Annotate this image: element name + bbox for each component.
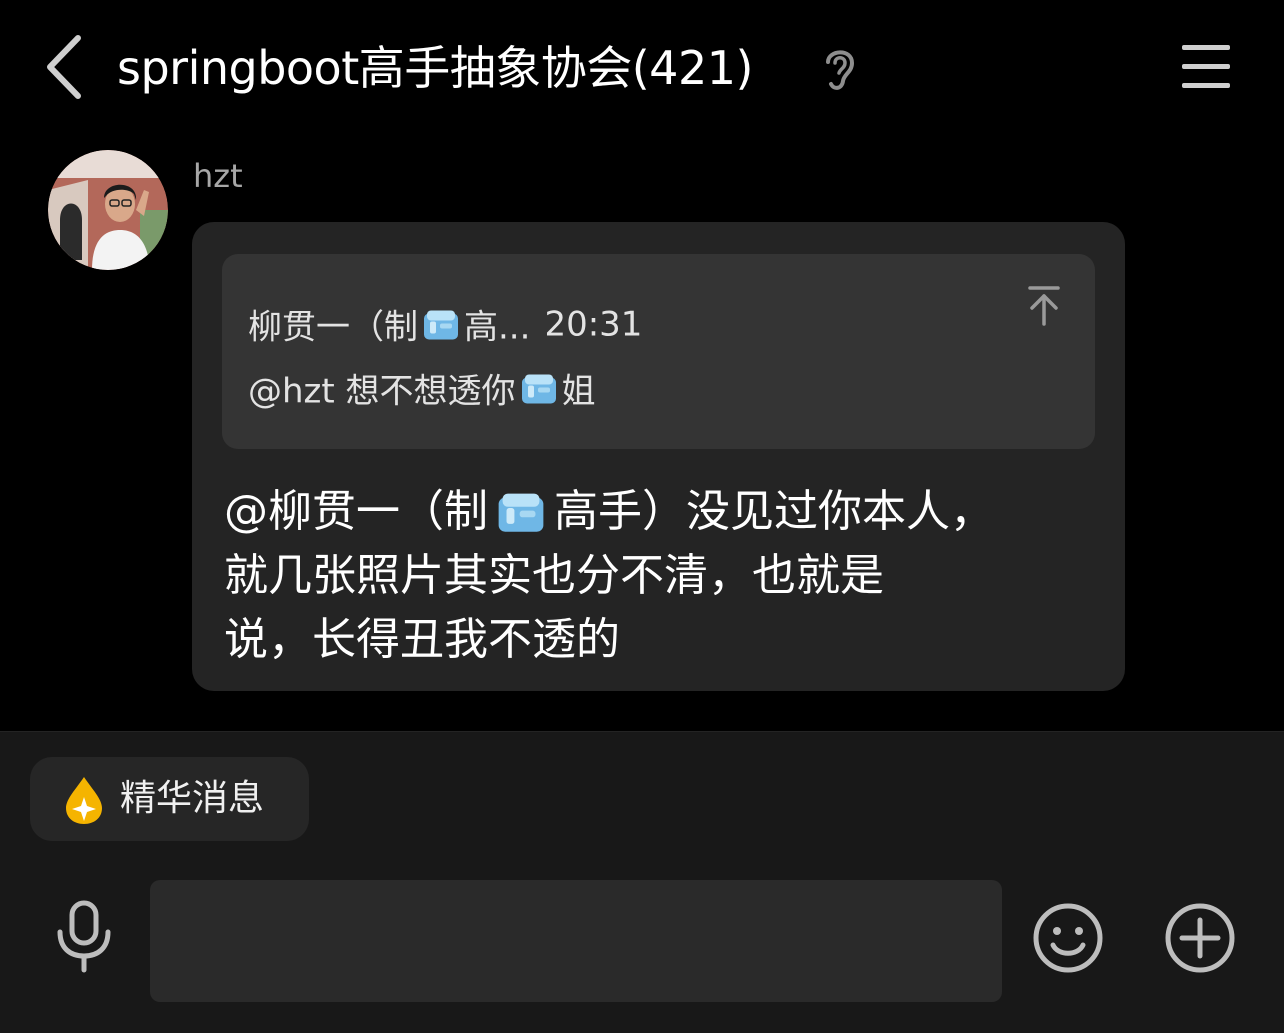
quote-mention-suffix: 姐 bbox=[561, 371, 596, 412]
essence-label: 精华消息 bbox=[120, 778, 265, 819]
message-input[interactable] bbox=[150, 880, 1002, 1002]
menu-button[interactable] bbox=[1176, 40, 1236, 94]
essence-messages-button[interactable]: 精华消息 bbox=[30, 757, 309, 841]
ice-cube-emoji bbox=[521, 374, 556, 403]
ice-cube-emoji bbox=[424, 310, 458, 339]
jump-to-original-button[interactable] bbox=[1024, 284, 1064, 328]
quote-sender: 柳贯一（制 bbox=[248, 307, 418, 348]
sender-name: hzt bbox=[193, 157, 243, 195]
drop-sparkle-icon bbox=[66, 777, 102, 824]
emoji-button[interactable] bbox=[1032, 902, 1104, 974]
ear-icon[interactable] bbox=[820, 44, 860, 94]
message-text: @柳贯一（制 高手）没见过你本人， 就几张照片其实也分不清，也就是 说，长得丑我… bbox=[224, 480, 1104, 672]
quote-sender-suffix: 高... bbox=[464, 307, 531, 348]
message-line-3: 说，长得丑我不透的 bbox=[224, 614, 620, 665]
chat-header: springboot高手抽象协会(421) bbox=[0, 0, 1284, 135]
voice-button[interactable] bbox=[52, 900, 116, 974]
smiley-icon bbox=[1033, 903, 1103, 973]
quote-header: 柳贯一（制 高... 20:31 bbox=[248, 300, 642, 349]
quote-time: 20:31 bbox=[544, 304, 643, 344]
more-button[interactable] bbox=[1164, 902, 1236, 974]
menu-icon bbox=[1182, 45, 1230, 88]
back-button[interactable] bbox=[40, 30, 90, 104]
microphone-icon bbox=[57, 900, 111, 973]
message-line-1b: 高手）没见过你本人， bbox=[554, 486, 994, 537]
sender-avatar[interactable] bbox=[48, 150, 168, 270]
ice-cube-emoji bbox=[498, 493, 544, 532]
avatar-photo bbox=[48, 150, 168, 270]
chevron-left-icon bbox=[47, 35, 81, 99]
quote-text: @hzt 想不想透你 姐 bbox=[248, 364, 596, 413]
message-bubble[interactable]: 柳贯一（制 高... 20:31 @hzt 想不想透你 姐 @柳贯一（制 高手）… bbox=[192, 222, 1125, 691]
chat-title[interactable]: springboot高手抽象协会(421) bbox=[117, 38, 753, 98]
jump-to-top-icon bbox=[1028, 286, 1060, 326]
message-line-2: 就几张照片其实也分不清，也就是 bbox=[224, 550, 884, 601]
quoted-message[interactable]: 柳贯一（制 高... 20:31 @hzt 想不想透你 姐 bbox=[222, 254, 1095, 449]
quote-mention: @hzt 想不想透你 bbox=[248, 371, 516, 412]
message-line-1a: @柳贯一（制 bbox=[224, 486, 488, 537]
plus-circle-icon bbox=[1165, 903, 1235, 973]
composer-area: 精华消息 bbox=[0, 731, 1284, 1033]
